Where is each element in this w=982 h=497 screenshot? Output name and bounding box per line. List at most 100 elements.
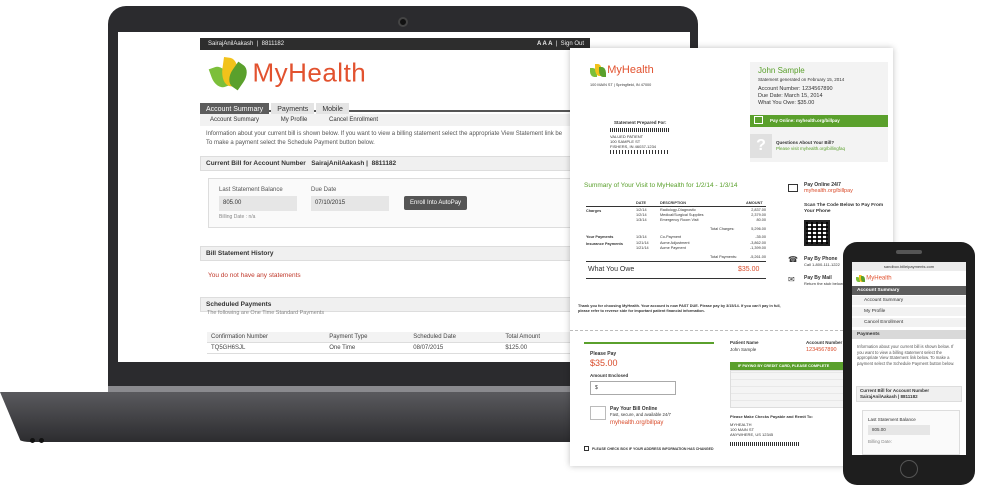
billing-date: Billing Date : n/a (219, 214, 256, 220)
dollar-sign: $ (595, 385, 598, 391)
phone-menu-payments[interactable]: Payments (852, 330, 966, 339)
phone-screen: sandbox.billeipayments.com MyHealth Acco… (852, 262, 966, 455)
stub-remit: MYHEALTH 100 MAIN ST ANYWHERE, US 12345 (730, 422, 773, 437)
bill-name: SairajAnilAakash (860, 394, 897, 399)
due-date: Due Date: March 15, 2014 (758, 93, 823, 99)
subtab-cancel-enrollment[interactable]: Cancel Enrollment (329, 117, 378, 123)
home-button[interactable] (900, 460, 918, 478)
phone-icon: ☎ (788, 255, 798, 264)
stub-amount: $35.00 (590, 358, 618, 368)
table-cell: TQ5GH6SJL (207, 342, 326, 354)
stub-green-bar (584, 342, 714, 344)
questions-link: Please visit myhealth.org/billingfaq (776, 146, 846, 151)
address-change-checkbox[interactable] (584, 446, 589, 451)
pay-online-url[interactable]: myhealth.org/billpay (804, 188, 853, 194)
info-line: Information about your current bill is s… (206, 131, 563, 137)
heading-account: 8811182 (371, 160, 397, 167)
what-you-owe-line: What You Owe: $35.00 (758, 100, 815, 106)
charge-description: Emergency Room Visit (660, 218, 699, 222)
phone-info-text: Information about your current bill is s… (857, 344, 955, 366)
stub-patient-name-label: Patient Name (730, 340, 759, 345)
phone-logo: MyHealth (856, 274, 892, 283)
phone-menu-item[interactable]: Cancel Enrollment (852, 318, 966, 327)
last-balance-label: Last Statement Balance (219, 187, 283, 193)
amount-enclosed-field[interactable]: $ (590, 381, 676, 395)
table-row[interactable]: TQ5GH6SJL One Time 08/07/2015 $125.00 (207, 342, 579, 354)
column-header: Confirmation Number (207, 332, 326, 343)
total-charges-label: Total Charges: (710, 227, 735, 231)
stub-pay-url[interactable]: myhealth.org/billpay (610, 419, 663, 427)
due-date-label: Due Date (311, 187, 337, 193)
charge-amounts: 2,837.00 2,379.00 80.00 (748, 208, 766, 223)
insurance-amounts: -3,862.00 -1,399.00 (748, 241, 766, 251)
phone-menu-header[interactable]: Account Summary (852, 286, 966, 295)
remit-line: ANYWHERE, US 12345 (730, 432, 774, 437)
separator: | (255, 41, 260, 47)
insurance-descriptions: Acme Adjustment Acme Payment (660, 241, 690, 251)
table-cell: $125.00 (501, 342, 579, 354)
last-balance-field: 805.00 (219, 196, 297, 211)
stub-amount-enclosed: Amount Enclosed (590, 373, 629, 378)
scan-text: Scan The Code Below to Pay From Your Pho… (804, 203, 884, 214)
phone-logo-text: MyHealth (866, 275, 892, 282)
payment-amount: -35.00 (755, 235, 766, 239)
phone-menu-item[interactable]: My Profile (852, 307, 966, 316)
indicator-light (30, 438, 35, 443)
enroll-autopay-button[interactable]: Enroll Into AutoPay (404, 196, 468, 210)
info-line: To make a payment select the Schedule Pa… (206, 140, 375, 146)
charges-label: Charges (586, 209, 602, 213)
leaf-logo-icon (590, 62, 606, 78)
qr-code-icon[interactable] (804, 220, 830, 246)
sign-out-link[interactable]: Sign Out (561, 41, 584, 47)
top-bar: SairajAnilAakash | 8811182 A A A | Sign … (200, 38, 590, 50)
mail-icon: ✉ (788, 275, 795, 284)
scheduled-subtitle: The following are One Time Standard Paym… (207, 310, 325, 316)
stub-patient-name: John Sample (730, 347, 757, 352)
indicator-light (39, 438, 44, 443)
current-bill-heading: Current Bill for Account Number SairajAn… (200, 156, 580, 171)
stub-pay-sub: Fast, secure, and available 24/7 (610, 412, 671, 417)
total-payments-value: -5,261.00 (749, 255, 766, 259)
charge-dates: 1/2/14 1/2/14 1/3/14 (636, 208, 647, 223)
barcode (730, 442, 800, 446)
stub-account-label: Account Number (806, 340, 843, 345)
stub-checks: Please Make Checks Payable and Remit To: (730, 414, 813, 419)
font-size-controls[interactable]: A A A (537, 41, 552, 47)
monitor-icon (590, 406, 606, 420)
heading-name: SairajAnilAakash (311, 160, 365, 167)
webcam-icon (398, 17, 408, 27)
bill-account: 8811182 (900, 394, 918, 399)
prepared-for-label: Statement Prepared For: (614, 120, 667, 125)
stub-footer: PLEASE CHECK BOX IF YOUR ADDRESS INFORMA… (592, 447, 714, 451)
history-empty-message: You do not have any statements (208, 272, 301, 279)
scheduled-table: Confirmation Number Payment Type Schedul… (207, 332, 579, 354)
subtab-account-summary[interactable]: Account Summary (210, 117, 259, 123)
charge-descriptions: Radiology-Diagnostic Medical/Surgical Su… (660, 208, 703, 223)
account-number: 8811182 (261, 41, 285, 47)
phone-last-balance-label: Last Statement Balance (868, 417, 916, 422)
payment-description: Co-Payment (660, 235, 682, 239)
summary-title: Summary of Your Visit to MyHealth for 1/… (584, 182, 738, 189)
divider (586, 278, 766, 279)
user-name: SairajAnilAakash (208, 41, 254, 47)
owe-label: What You Owe (588, 266, 635, 273)
charge-date: 1/3/14 (636, 218, 647, 222)
stub-please-pay: Please Pay (590, 351, 617, 357)
statement-logo-text: MyHealth (607, 64, 654, 76)
subtab-my-profile[interactable]: My Profile (281, 117, 308, 123)
heading-label: Current Bill for Account Number (206, 160, 306, 167)
leaf-logo-icon (208, 54, 252, 92)
owe-value: $35.00 (738, 266, 760, 273)
bill-heading-account: SairajAnilAakash | 8811182 (860, 394, 918, 399)
pay-phone-number: Call 1-800-111-1222 (804, 262, 840, 267)
info-text: Information about your current bill is s… (206, 130, 586, 148)
generated-date: Statement generated on February 15, 2014 (758, 77, 845, 82)
leaf-logo-icon (856, 274, 865, 283)
insurance-date: 1/21/14 (636, 246, 649, 250)
insurance-label: Insurance Payments (586, 242, 623, 246)
phone-menu-item[interactable]: Account Summary (852, 296, 966, 305)
logo-text: MyHealth (252, 57, 367, 88)
divider (586, 206, 766, 207)
url-bar[interactable]: sandbox.billeipayments.com (852, 262, 966, 271)
phone-billing-date: Billing Date: (868, 439, 893, 444)
